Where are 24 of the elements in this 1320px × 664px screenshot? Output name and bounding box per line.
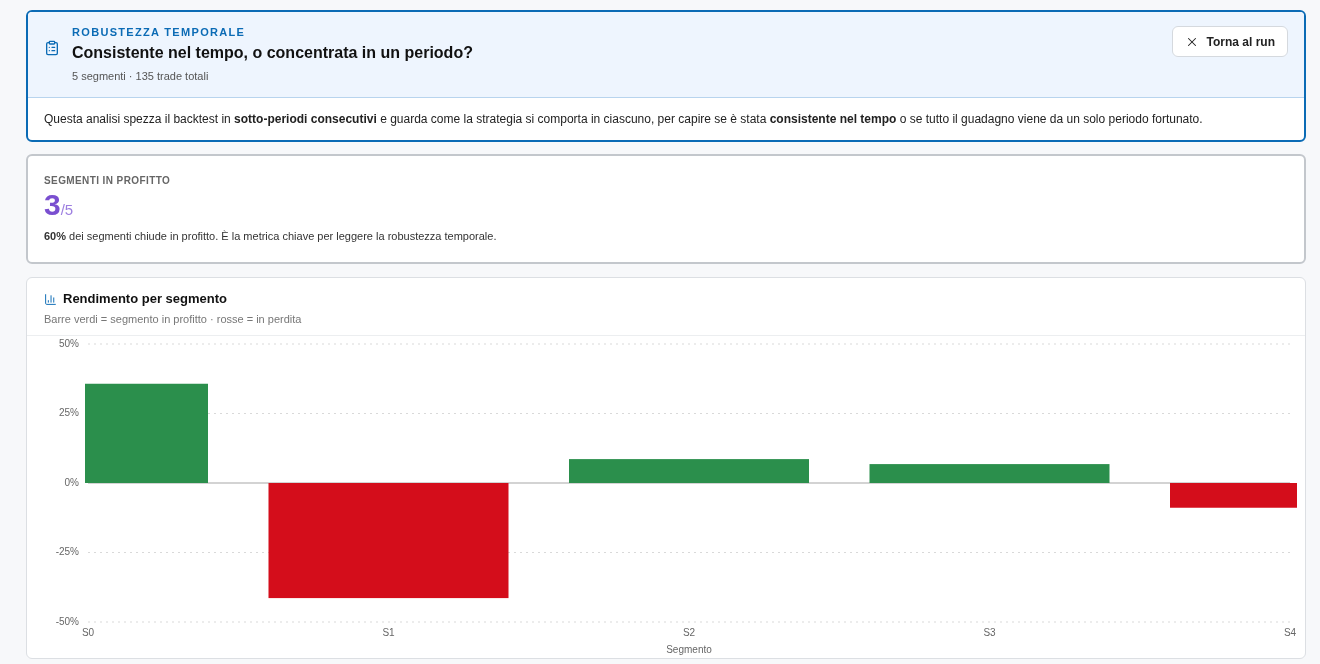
y-tick-label: 50% [59, 337, 79, 349]
x-tick-label: S4 [1283, 627, 1297, 638]
section-eyebrow: ROBUSTEZZA TEMPORALE [72, 25, 247, 39]
x-tick-label: S1 [382, 627, 395, 638]
metric-note: 60% dei segmenti chiude in profitto. È la metrica chiave per leggere la robustezza temporale. [44, 229, 498, 244]
x-tick-label: S3 [983, 627, 996, 638]
metric-value: 3 [44, 189, 61, 221]
y-tick-label: -50% [55, 615, 79, 627]
bar-chart-icon [44, 292, 57, 306]
metric-total: /5 [60, 201, 74, 219]
section-meta: 5 segmenti · 135 trade totali [72, 69, 210, 83]
chart-subtitle: Barre verdi = segmento in profitto · rosse = in perdita [44, 312, 303, 326]
intro-paragraph: Questa analisi spezza il backtest in sotto-periodi consecutivi e guarda come la strategia si comporta in ciascuno, per capire se è stata consistente nel tempo o se tutto il guadagno viene da un solo periodo fortunato. [43, 111, 1204, 128]
x-tick-label: S0 [81, 627, 95, 638]
section-title: Consistente nel tempo, o concentrata in un periodo? [72, 43, 474, 63]
y-tick-label: 0% [64, 476, 79, 488]
back-button[interactable]: Torna al run [1171, 26, 1288, 57]
x-tick-label: S2 [682, 627, 696, 638]
x-axis-title: Segmento [666, 644, 712, 655]
y-tick-label: 25% [59, 407, 79, 419]
chart-title: Rendimento per segmento [63, 290, 227, 308]
y-tick-label: -25% [55, 546, 79, 558]
metric-label: SEGMENTI IN PROFITTO [44, 174, 172, 187]
clipboard-icon [44, 40, 60, 56]
